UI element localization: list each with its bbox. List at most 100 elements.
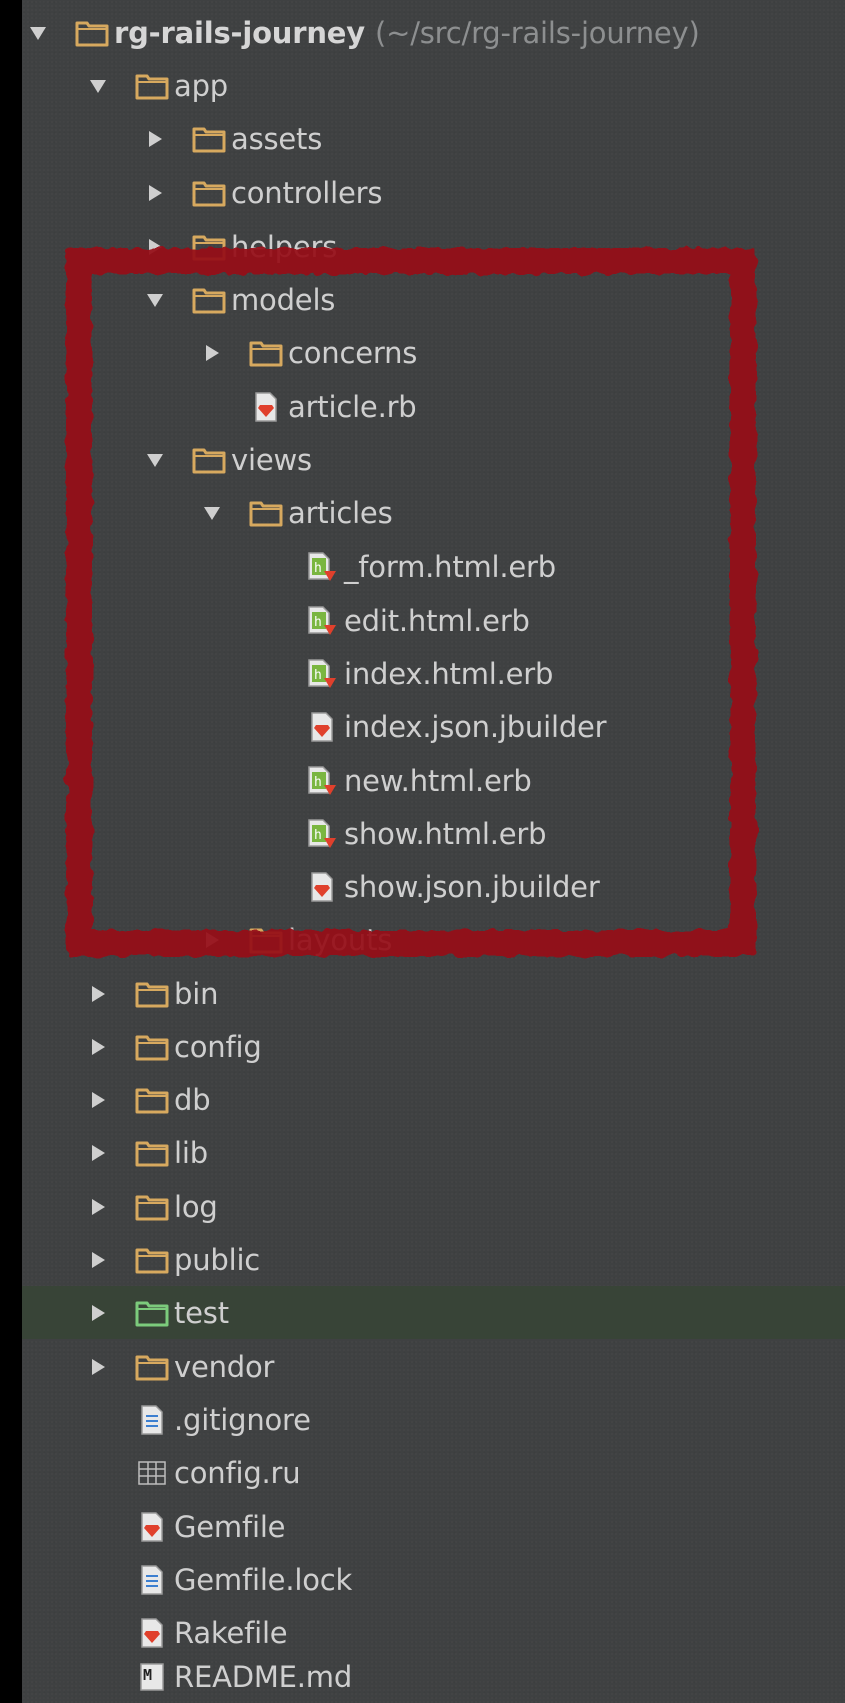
ruby-file-icon bbox=[134, 1512, 170, 1542]
collapse-arrow-icon[interactable] bbox=[145, 180, 165, 206]
collapse-arrow-icon[interactable] bbox=[88, 1034, 108, 1060]
tree-row-gitignore[interactable]: .gitignore bbox=[0, 1393, 845, 1446]
tree-item-label: log bbox=[174, 1189, 218, 1224]
test-folder-icon bbox=[134, 1298, 170, 1328]
folder-icon bbox=[248, 338, 284, 368]
tree-row-bin[interactable]: bin bbox=[0, 967, 845, 1020]
erb-file-icon bbox=[304, 766, 340, 796]
tree-row-edit-html-erb[interactable]: edit.html.erb bbox=[0, 594, 845, 647]
tree-row-models[interactable]: models bbox=[0, 273, 845, 326]
tree-item-label: new.html.erb bbox=[344, 763, 532, 798]
tree-row-db[interactable]: db bbox=[0, 1073, 845, 1126]
text-file-icon bbox=[134, 1565, 170, 1595]
expand-arrow-icon[interactable] bbox=[145, 447, 165, 473]
tree-item-label: .gitignore bbox=[174, 1402, 311, 1437]
tree-item-label: vendor bbox=[174, 1349, 275, 1384]
tree-row-gemfile-lock[interactable]: Gemfile.lock bbox=[0, 1553, 845, 1606]
tree-row-index-html-erb[interactable]: index.html.erb bbox=[0, 647, 845, 700]
erb-file-icon bbox=[304, 606, 340, 636]
tree-item-label: app bbox=[174, 68, 228, 103]
tree-row-test[interactable]: test bbox=[22, 1286, 845, 1339]
tree-item-label: bin bbox=[174, 976, 219, 1011]
tree-row-layouts[interactable]: layouts bbox=[0, 913, 845, 966]
tree-item-label: README.md bbox=[174, 1659, 353, 1694]
collapse-arrow-icon[interactable] bbox=[202, 927, 222, 953]
tree-item-label: helpers bbox=[231, 229, 338, 264]
tree-row-new-html-erb[interactable]: new.html.erb bbox=[0, 754, 845, 807]
tree-item-label: test bbox=[174, 1295, 229, 1330]
tree-row-views[interactable]: views bbox=[0, 433, 845, 486]
tree-row-vendor[interactable]: vendor bbox=[0, 1340, 845, 1393]
folder-icon bbox=[134, 71, 170, 101]
tree-row-config[interactable]: config bbox=[0, 1020, 845, 1073]
ruby-file-icon bbox=[304, 872, 340, 902]
tree-item-label: _form.html.erb bbox=[344, 549, 556, 584]
tree-row-config-ru[interactable]: config.ru bbox=[0, 1446, 845, 1499]
tree-row-helpers[interactable]: helpers bbox=[0, 220, 845, 273]
collapse-arrow-icon[interactable] bbox=[88, 1247, 108, 1273]
collapse-arrow-icon[interactable] bbox=[88, 1300, 108, 1326]
erb-file-icon bbox=[304, 659, 340, 689]
tree-row-public[interactable]: public bbox=[0, 1233, 845, 1286]
expand-arrow-icon[interactable] bbox=[88, 73, 108, 99]
folder-icon bbox=[134, 1245, 170, 1275]
collapse-arrow-icon[interactable] bbox=[88, 1087, 108, 1113]
folder-icon bbox=[74, 18, 110, 48]
collapse-arrow-icon[interactable] bbox=[145, 126, 165, 152]
tree-item-label: Gemfile.lock bbox=[174, 1562, 353, 1597]
tree-row-form-html-erb[interactable]: _form.html.erb bbox=[0, 540, 845, 593]
tree-row-articles[interactable]: articles bbox=[0, 486, 845, 539]
folder-icon bbox=[191, 285, 227, 315]
erb-file-icon bbox=[304, 819, 340, 849]
folder-icon bbox=[134, 1085, 170, 1115]
collapse-arrow-icon[interactable] bbox=[88, 981, 108, 1007]
expand-arrow-icon[interactable] bbox=[145, 287, 165, 313]
tree-row-readme[interactable]: M README.md bbox=[0, 1650, 845, 1703]
tree-row-root[interactable]: rg-rails-journey (~/src/rg-rails-journey… bbox=[0, 6, 845, 59]
collapse-arrow-icon[interactable] bbox=[88, 1140, 108, 1166]
folder-icon bbox=[191, 178, 227, 208]
tree-row-log[interactable]: log bbox=[0, 1180, 845, 1233]
folder-icon bbox=[191, 124, 227, 154]
tree-item-label: edit.html.erb bbox=[344, 603, 530, 638]
tree-item-label: show.html.erb bbox=[344, 816, 547, 851]
ruby-file-icon bbox=[248, 392, 284, 422]
expand-arrow-icon[interactable] bbox=[202, 500, 222, 526]
tree-row-show-html-erb[interactable]: show.html.erb bbox=[0, 807, 845, 860]
expand-arrow-icon[interactable] bbox=[28, 20, 48, 46]
ruby-file-icon bbox=[304, 712, 340, 742]
tree-row-gemfile[interactable]: Gemfile bbox=[0, 1500, 845, 1553]
tree-item-label: assets bbox=[231, 121, 323, 156]
tree-row-assets[interactable]: assets bbox=[0, 112, 845, 165]
tree-row-article-rb[interactable]: article.rb bbox=[0, 380, 845, 433]
tree-item-label: lib bbox=[174, 1135, 208, 1170]
tree-item-label: config.ru bbox=[174, 1455, 301, 1490]
tree-item-label: article.rb bbox=[288, 389, 417, 424]
tree-row-lib[interactable]: lib bbox=[0, 1126, 845, 1179]
collapse-arrow-icon[interactable] bbox=[145, 234, 165, 260]
collapse-arrow-icon[interactable] bbox=[88, 1194, 108, 1220]
tree-row-show-json-jbuilder[interactable]: show.json.jbuilder bbox=[0, 860, 845, 913]
collapse-arrow-icon[interactable] bbox=[88, 1354, 108, 1380]
folder-icon bbox=[134, 1192, 170, 1222]
tree-item-label: index.html.erb bbox=[344, 656, 554, 691]
tree-item-label: articles bbox=[288, 495, 393, 530]
tree-item-label: Gemfile bbox=[174, 1509, 286, 1544]
folder-icon bbox=[134, 1032, 170, 1062]
tree-row-controllers[interactable]: controllers bbox=[0, 166, 845, 219]
tree-item-label: Rakefile bbox=[174, 1615, 288, 1650]
text-file-icon bbox=[134, 1405, 170, 1435]
tree-row-concerns[interactable]: concerns bbox=[0, 326, 845, 379]
tree-item-label: db bbox=[174, 1082, 211, 1117]
erb-file-icon bbox=[304, 552, 340, 582]
folder-icon bbox=[134, 1138, 170, 1168]
tree-item-label: concerns bbox=[288, 335, 418, 370]
tree-item-label: config bbox=[174, 1029, 262, 1064]
collapse-arrow-icon[interactable] bbox=[202, 340, 222, 366]
tree-row-app[interactable]: app bbox=[0, 59, 845, 112]
tree-item-label: show.json.jbuilder bbox=[344, 869, 600, 904]
project-path: (~/src/rg-rails-journey) bbox=[374, 15, 700, 50]
markdown-badge: M bbox=[143, 1665, 153, 1684]
tree-item-label: public bbox=[174, 1242, 261, 1277]
tree-row-index-json-jbuilder[interactable]: index.json.jbuilder bbox=[0, 700, 845, 753]
